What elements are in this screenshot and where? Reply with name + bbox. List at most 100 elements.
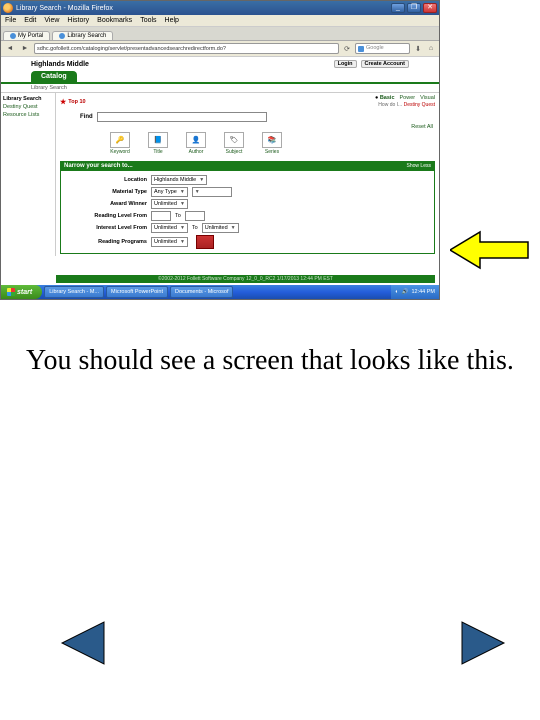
windows-taskbar: start Library Search - M... Microsoft Po… — [1, 285, 439, 299]
material-subtype-select[interactable]: ▼ — [192, 187, 232, 197]
page-content: Highlands Middle Login Create Account Ca… — [1, 57, 439, 285]
reading-level-to-input[interactable] — [185, 211, 205, 221]
location-label: Location — [67, 177, 147, 183]
to-label: To — [192, 225, 198, 231]
top-10-link[interactable]: ★ Top 10 — [60, 98, 86, 106]
close-button[interactable]: ✕ — [423, 3, 437, 13]
search-by-series[interactable]: 📚 Series — [262, 132, 282, 155]
tray-time: 12:44 PM — [411, 289, 435, 295]
window-titlebar: Library Search - Mozilla Firefox _ ❐ ✕ — [1, 1, 439, 15]
page-footer: ©2002-2012 Follett Software Company 12_0… — [56, 275, 435, 283]
search-by-author[interactable]: 👤 Author — [186, 132, 206, 155]
tab-label: Library Search — [67, 33, 106, 39]
chevron-down-icon: ▼ — [195, 189, 200, 195]
series-icon: 📚 — [262, 132, 282, 148]
reading-programs-label: Reading Programs — [67, 239, 147, 245]
how-do-i-link[interactable]: How do I... — [378, 102, 402, 108]
next-slide-button[interactable] — [460, 620, 506, 671]
reading-level-label: Reading Level From — [67, 213, 147, 219]
interest-level-from-select[interactable]: Unlimited▼ — [151, 223, 188, 233]
reading-programs-select[interactable]: Unlimited▼ — [151, 237, 188, 247]
windows-logo-icon — [7, 288, 15, 296]
sidebar-item-destiny-quest[interactable]: Destiny Quest — [3, 103, 53, 111]
nav-toolbar: ◄ ► sdhc.gofollett.com/cataloging/servle… — [1, 41, 439, 57]
school-name: Highlands Middle — [31, 61, 89, 68]
tab-label: My Portal — [18, 33, 43, 39]
menu-history[interactable]: History — [67, 17, 89, 24]
search-by-title[interactable]: 📘 Title — [148, 132, 168, 155]
chevron-down-icon: ▼ — [180, 201, 185, 207]
mode-basic[interactable]: ● Basic — [375, 95, 395, 101]
login-button[interactable]: Login — [334, 60, 357, 68]
menu-view[interactable]: View — [44, 17, 59, 24]
slide-caption: You should see a screen that looks like … — [0, 345, 540, 377]
firefox-icon — [3, 3, 13, 13]
url-bar[interactable]: sdhc.gofollett.com/cataloging/servlet/pr… — [34, 43, 339, 54]
tab-myportal[interactable]: My Portal — [3, 31, 50, 40]
window-title: Library Search - Mozilla Firefox — [16, 5, 113, 12]
narrow-search-header: Narrow your search to... Show Less — [60, 161, 435, 171]
menu-bookmarks[interactable]: Bookmarks — [97, 17, 132, 24]
download-icon[interactable]: ⬇ — [413, 44, 423, 54]
material-type-select[interactable]: Any Type▼ — [151, 187, 188, 197]
search-by-subject[interactable]: 🏷 Subject — [224, 132, 244, 155]
title-icon: 📘 — [148, 132, 168, 148]
chevron-down-icon: ▼ — [180, 189, 185, 195]
tray-icon: 🔊 — [402, 289, 409, 295]
star-icon: ★ — [60, 98, 66, 106]
award-winner-select[interactable]: Unlimited▼ — [151, 199, 188, 209]
prev-slide-button[interactable] — [60, 620, 106, 671]
tab-favicon-icon — [59, 33, 65, 39]
chevron-down-icon: ▼ — [180, 239, 185, 245]
mode-visual[interactable]: Visual — [420, 95, 435, 101]
reload-icon[interactable]: ⟳ — [342, 44, 352, 54]
destiny-quest-link[interactable]: Destiny Quest — [404, 102, 435, 108]
start-button[interactable]: start — [1, 285, 42, 299]
back-button[interactable]: ◄ — [4, 43, 16, 55]
taskbar-item-powerpoint[interactable]: Microsoft PowerPoint — [106, 286, 168, 298]
search-box[interactable]: Google — [355, 43, 410, 54]
sidebar-title: Library Search — [3, 95, 53, 103]
material-type-label: Material Type — [67, 189, 147, 195]
to-label: To — [175, 213, 181, 219]
book-icon — [196, 235, 214, 249]
search-placeholder: Google — [366, 43, 384, 54]
subtab-library-search: Library Search — [1, 84, 439, 92]
interest-level-label: Interest Level From — [67, 225, 147, 231]
chevron-down-icon: ▼ — [199, 177, 204, 183]
interest-level-to-select[interactable]: Unlimited▼ — [202, 223, 239, 233]
mode-power[interactable]: Power — [400, 95, 416, 101]
sidebar: Library Search Destiny Quest Resource Li… — [1, 93, 56, 256]
forward-button[interactable]: ► — [19, 43, 31, 55]
tabbar: My Portal Library Search — [1, 27, 439, 41]
sidebar-item-resource-lists[interactable]: Resource Lists — [3, 111, 53, 119]
narrow-search-panel: Location Highlands Middle▼ Material Type… — [60, 171, 435, 254]
subject-icon: 🏷 — [224, 132, 244, 148]
award-winner-label: Award Winner — [67, 201, 147, 207]
menu-tools[interactable]: Tools — [140, 17, 156, 24]
menubar: File Edit View History Bookmarks Tools H… — [1, 15, 439, 27]
location-select[interactable]: Highlands Middle▼ — [151, 175, 207, 185]
reading-level-from-input[interactable] — [151, 211, 171, 221]
browser-screenshot: Library Search - Mozilla Firefox _ ❐ ✕ F… — [0, 0, 440, 300]
maximize-button[interactable]: ❐ — [407, 3, 421, 13]
create-account-button[interactable]: Create Account — [361, 60, 409, 68]
home-icon[interactable]: ⌂ — [426, 44, 436, 54]
system-tray[interactable]: ◐ 🔊 12:44 PM — [391, 285, 439, 299]
menu-edit[interactable]: Edit — [24, 17, 36, 24]
tab-catalog[interactable]: Catalog — [31, 71, 77, 82]
chevron-down-icon: ▼ — [231, 225, 236, 231]
tab-favicon-icon — [10, 33, 16, 39]
menu-help[interactable]: Help — [165, 17, 179, 24]
search-by-keyword[interactable]: 🔑 Keyword — [110, 132, 130, 155]
menu-file[interactable]: File — [5, 17, 16, 24]
callout-arrow-icon — [450, 230, 530, 270]
taskbar-item-firefox[interactable]: Library Search - M... — [44, 286, 104, 298]
chevron-down-icon: ▼ — [180, 225, 185, 231]
search-input[interactable] — [97, 112, 267, 122]
taskbar-item-documents[interactable]: Documents - Microsof — [170, 286, 234, 298]
minimize-button[interactable]: _ — [391, 3, 405, 13]
tab-library-search[interactable]: Library Search — [52, 31, 113, 40]
author-icon: 👤 — [186, 132, 206, 148]
show-less-link[interactable]: Show Less — [407, 163, 431, 169]
